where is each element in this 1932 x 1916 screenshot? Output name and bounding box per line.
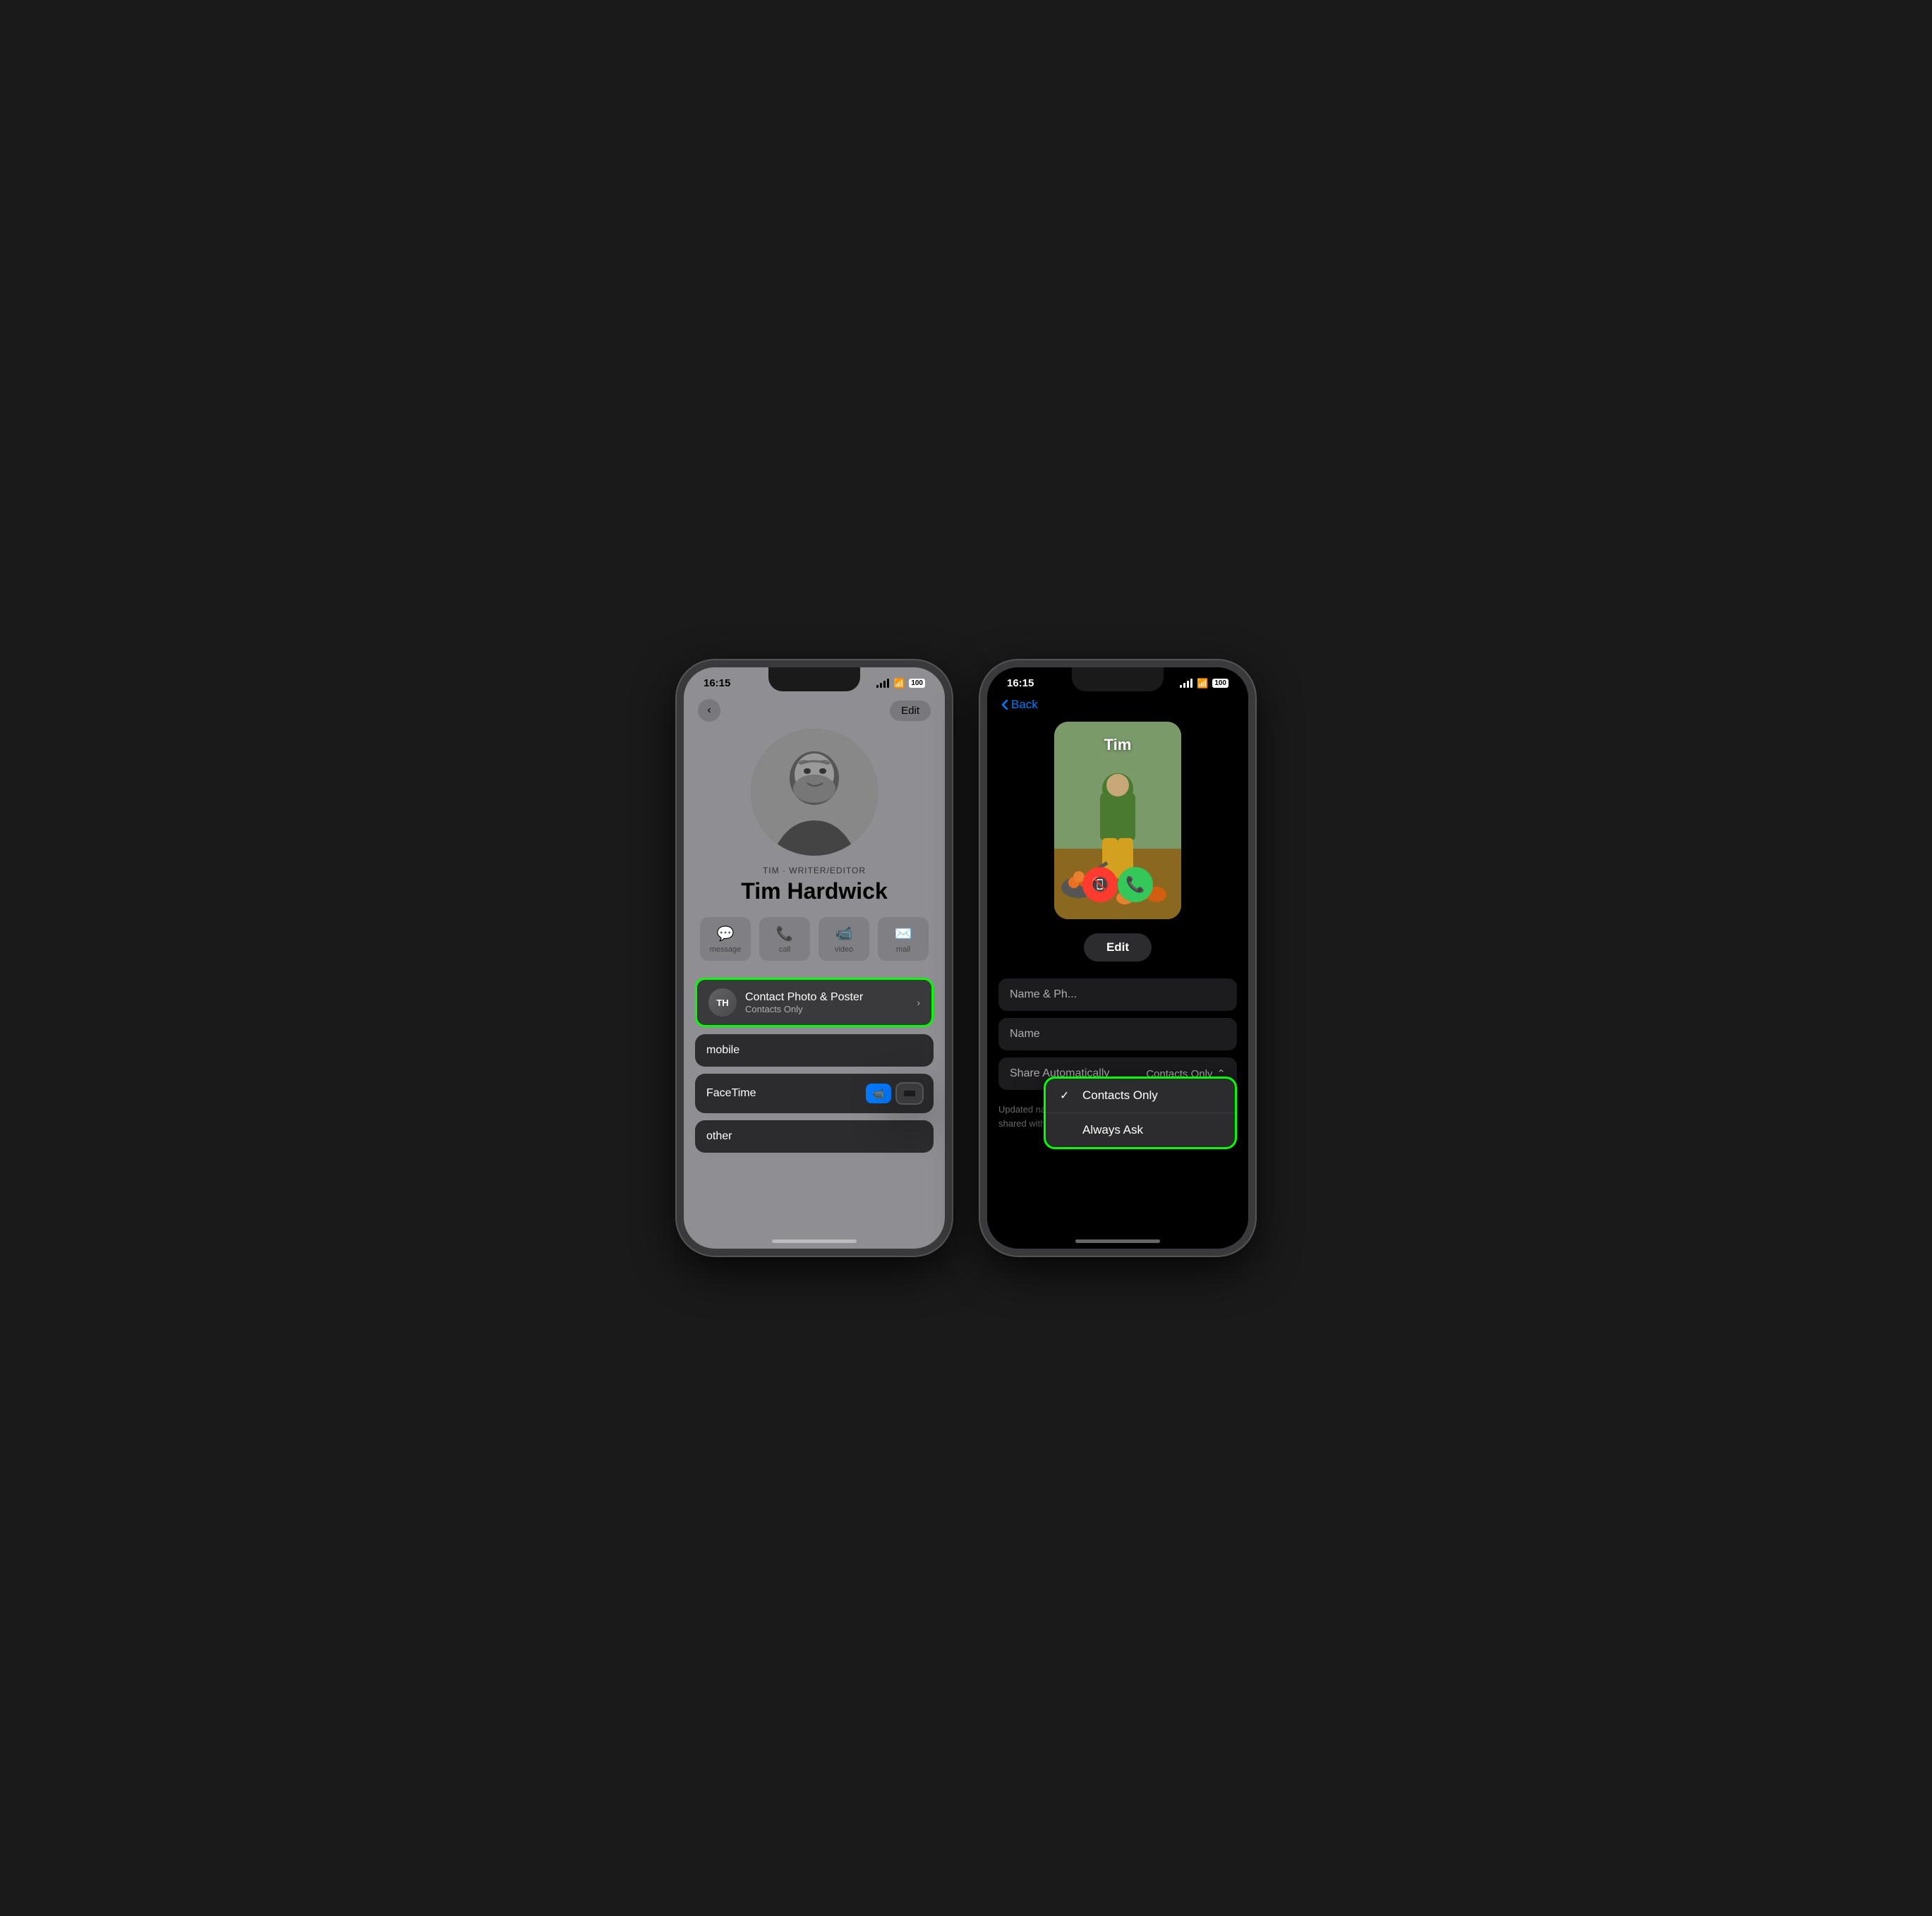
settings-header: Back xyxy=(987,693,1248,722)
contact-row-text: Contact Photo & Poster Contacts Only xyxy=(745,991,908,1014)
mobile-row[interactable]: mobile xyxy=(695,1034,934,1067)
contact-subtitle: TIM · WRITER/EDITOR xyxy=(763,866,866,875)
left-phone: 16:15 📶 100 ‹ Edit xyxy=(677,660,952,1256)
poster-preview: Tim 📵 📞 xyxy=(1054,722,1181,919)
back-label: Back xyxy=(1011,698,1038,712)
contact-header: ‹ Edit T xyxy=(684,693,945,978)
contact-name: Tim Hardwick xyxy=(741,878,887,904)
contact-list: TH Contact Photo & Poster Contacts Only … xyxy=(684,978,945,1160)
accept-icon: 📞 xyxy=(1125,875,1145,894)
status-bar-right: 16:15 📶 100 xyxy=(987,667,1248,693)
battery-icon-right: 100 xyxy=(1212,679,1228,688)
facetime-phone-call-icon: 📞 xyxy=(903,1088,915,1100)
contact-avatar-initials: TH xyxy=(708,988,737,1017)
mail-label: mail xyxy=(896,945,910,954)
status-icons-left: 📶 100 xyxy=(876,678,925,689)
edit-button[interactable]: Edit xyxy=(890,701,931,721)
header-buttons: ‹ Edit xyxy=(698,699,931,722)
time-right: 16:15 xyxy=(1007,677,1034,689)
facetime-phone-icon[interactable]: 📞 xyxy=(897,1084,922,1103)
facetime-icons: 📹 📞 xyxy=(866,1084,922,1103)
chevron-right-icon: › xyxy=(917,997,920,1008)
dropdown-menu[interactable]: ✓ Contacts Only Always Ask xyxy=(1044,1077,1237,1149)
name-label: Name xyxy=(1010,1028,1040,1041)
video-button[interactable]: 📹 video xyxy=(819,917,869,961)
home-indicator-right xyxy=(1075,1239,1160,1243)
wifi-icon: 📶 xyxy=(893,678,905,689)
mail-button[interactable]: ✉️ mail xyxy=(878,917,929,961)
mail-icon: ✉️ xyxy=(895,925,912,942)
action-buttons: 💬 message 📞 call 📹 video ✉️ mail xyxy=(700,917,929,961)
video-icon: 📹 xyxy=(835,925,853,942)
avatar xyxy=(751,729,878,856)
poster-row-title: Contact Photo & Poster xyxy=(745,991,908,1004)
contact-photo-poster-row[interactable]: TH Contact Photo & Poster Contacts Only … xyxy=(695,978,934,1027)
settings-section: Name & Ph... Name Share Automatically Co… xyxy=(987,978,1248,1090)
checkmark-icon: ✓ xyxy=(1060,1089,1074,1103)
message-label: message xyxy=(710,945,742,954)
name-pronunciation-label: Name & Ph... xyxy=(1010,988,1077,1001)
status-bar-left: 16:15 📶 100 xyxy=(684,667,945,693)
signal-icon xyxy=(876,679,889,688)
back-chevron-icon xyxy=(1001,699,1008,710)
status-icons-right: 📶 100 xyxy=(1180,678,1228,689)
facetime-video-icon[interactable]: 📹 xyxy=(866,1084,891,1103)
mobile-label: mobile xyxy=(706,1044,739,1056)
call-buttons: 📵 📞 xyxy=(1054,857,1181,912)
facetime-label: FaceTime xyxy=(706,1087,756,1100)
battery-icon: 100 xyxy=(909,679,925,688)
back-button[interactable]: ‹ xyxy=(698,699,720,722)
message-button[interactable]: 💬 message xyxy=(700,917,751,961)
message-icon: 💬 xyxy=(717,925,735,942)
other-label: other xyxy=(706,1130,732,1142)
call-label: call xyxy=(779,945,791,954)
edit-pill-button[interactable]: Edit xyxy=(1084,933,1152,962)
accept-button[interactable]: 📞 xyxy=(1118,867,1153,902)
video-label: video xyxy=(835,945,853,954)
call-button[interactable]: 📞 call xyxy=(759,917,810,961)
signal-icon-right xyxy=(1180,679,1193,688)
phone-icon: 📞 xyxy=(776,925,794,942)
poster-row-subtitle: Contacts Only xyxy=(745,1004,908,1014)
chevron-left-icon: ‹ xyxy=(707,704,711,717)
time-left: 16:15 xyxy=(704,677,730,689)
poster-name: Tim xyxy=(1054,736,1181,754)
contacts-only-option: Contacts Only xyxy=(1082,1089,1158,1103)
home-indicator xyxy=(772,1239,857,1243)
dropdown-contacts-only[interactable]: ✓ Contacts Only xyxy=(1046,1079,1235,1112)
back-link[interactable]: Back xyxy=(1001,698,1038,712)
dropdown-always-ask[interactable]: Always Ask xyxy=(1046,1112,1235,1147)
decline-icon: 📵 xyxy=(1090,875,1109,894)
facetime-row[interactable]: FaceTime 📹 📞 xyxy=(695,1074,934,1113)
decline-button[interactable]: 📵 xyxy=(1082,867,1118,902)
video-camera-icon: 📹 xyxy=(872,1088,884,1100)
right-phone: 16:15 📶 100 Back xyxy=(980,660,1255,1256)
wifi-icon-right: 📶 xyxy=(1197,678,1208,689)
always-ask-option: Always Ask xyxy=(1082,1123,1143,1137)
name-row[interactable]: Name xyxy=(998,1018,1237,1050)
other-row[interactable]: other xyxy=(695,1120,934,1153)
name-pronunciation-row[interactable]: Name & Ph... xyxy=(998,978,1237,1011)
